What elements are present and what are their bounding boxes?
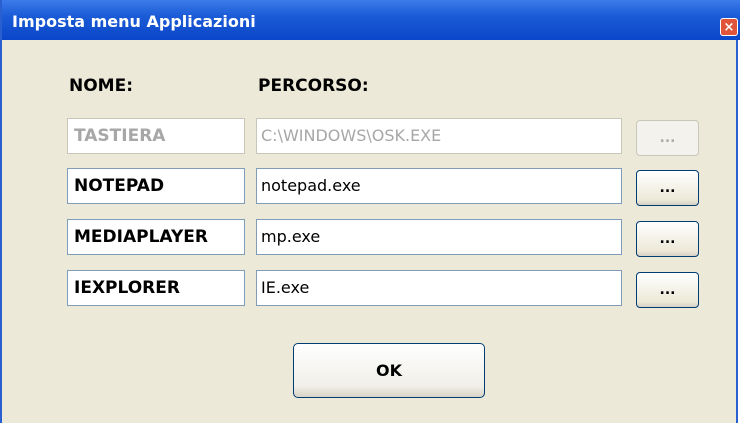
app-path-field-mediaplayer[interactable]: mp.exe xyxy=(256,219,622,255)
app-path-field-tastiera: C:\WINDOWS\OSK.EXE xyxy=(256,118,622,154)
browse-button-iexplorer[interactable]: ... xyxy=(636,272,699,308)
title-bar[interactable]: Imposta menu Applicazioni × xyxy=(2,0,740,40)
app-name-field-tastiera: TASTIERA xyxy=(67,118,245,154)
browse-button-notepad[interactable]: ... xyxy=(636,170,699,206)
browse-button-tastiera: ... xyxy=(636,120,699,156)
close-icon: × xyxy=(723,19,735,35)
dialog-window: Imposta menu Applicazioni × NOME: PERCOR… xyxy=(0,0,740,423)
name-column-header: NOME: xyxy=(69,76,134,96)
app-path-field-notepad[interactable]: notepad.exe xyxy=(256,168,622,204)
browse-button-mediaplayer[interactable]: ... xyxy=(636,221,699,257)
app-name-field-mediaplayer[interactable]: MEDIAPLAYER xyxy=(67,219,245,255)
app-name-field-iexplorer[interactable]: IEXPLORER xyxy=(67,270,245,306)
path-column-header: PERCORSO: xyxy=(258,76,369,96)
ok-button[interactable]: OK xyxy=(293,343,485,398)
close-button[interactable]: × xyxy=(720,18,738,36)
app-name-field-notepad[interactable]: NOTEPAD xyxy=(67,168,245,204)
window-title: Imposta menu Applicazioni xyxy=(12,12,256,31)
app-path-field-iexplorer[interactable]: IE.exe xyxy=(256,270,622,306)
